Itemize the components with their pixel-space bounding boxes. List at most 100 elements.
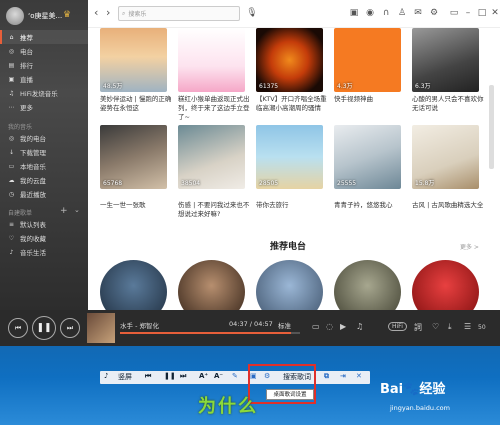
radio-tile[interactable] [256,260,323,310]
playlist-caption[interactable]: 带你去旅行 [256,201,328,210]
gear-icon[interactable]: ⚙ [428,7,440,19]
playlist-caption[interactable]: 古风 | 古风歌曲精选大全 [412,201,484,210]
mail-icon[interactable]: ✉ [412,7,424,19]
playlist-tile[interactable] [178,28,245,92]
playlist-caption[interactable]: 糕红小猴单曲返现正式出列，终于来了这边手立登了~ [178,95,250,122]
radio-tile[interactable] [100,260,167,310]
more-link[interactable]: 更多 > [460,242,479,251]
more-icon: ⋯ [8,103,15,111]
heart-icon[interactable]: ♡ [432,322,439,331]
minimize-icon[interactable]: – [462,7,474,19]
username[interactable]: ‘o庚星美... [28,11,62,21]
sidebar-item-more[interactable]: ⋯ 更多 [0,100,88,114]
hifi-badge[interactable]: HiFi [388,322,407,331]
hifi-icon: ♫ [8,89,15,97]
window-icon[interactable]: ⧉ [324,372,329,381]
screen-icon[interactable]: ▣ [348,7,360,19]
next-icon[interactable]: ⏭ [60,318,80,338]
lyric-icon[interactable]: 詞 [414,322,422,333]
playlist-tile[interactable]: 38504 [178,125,245,189]
headphone-icon[interactable]: ∩ [380,7,392,19]
search-input[interactable]: ⌕ 搜索乐 [118,6,240,21]
add-playlist-icon[interactable]: + [60,206,68,216]
sidebar-item-my-radio[interactable]: ◎ 我的电台 [0,131,88,145]
playlist-caption[interactable]: 【KTV】开口齐唱全场重临高潮小高潮周的骚情 [256,95,328,113]
playlist-tile[interactable]: 15.8万 [412,125,479,189]
playlist-count: 50 [478,324,486,331]
cloud-icon: ☁ [8,176,15,184]
playlist-tile[interactable]: 6.3万 [412,28,479,92]
sidebar-item-hifi[interactable]: ♫ HiFi发烧音乐 [0,86,88,100]
scrollbar[interactable] [489,85,494,169]
play-time: 04:37 / 04:57 [229,320,273,328]
font-increase-button[interactable]: A⁺ [199,372,208,380]
pause-icon[interactable]: ❚❚ [32,316,56,340]
tooltip: 桌面歌词设置 [266,389,314,400]
playlist-tile[interactable]: 4.3万 [334,28,401,92]
clock-icon: ◷ [8,190,15,198]
playlist-caption[interactable]: 美妙伴运动 | 慢跑的正确姿势在永恒这 [100,95,172,113]
prev-icon[interactable]: ⏮ [145,372,151,381]
radio-icon: ◎ [8,134,15,142]
sidebar-item-downloads[interactable]: ↓ 下载管理 [0,145,88,159]
sidebar-item-rank[interactable]: ▤ 排行 [0,58,88,72]
playlist-tile[interactable]: 48.5万 [100,28,167,92]
sidebar-item-default-list[interactable]: ≡ 默认列表 [0,217,88,231]
close-icon[interactable]: ✕ [489,7,500,19]
download-icon[interactable]: ⤓ [448,322,452,332]
radio-tile[interactable] [412,260,479,310]
font-decrease-button[interactable]: A⁻ [214,372,223,380]
sidebar-item-cloud[interactable]: ☁ 我的云盘 [0,173,88,187]
mv-icon[interactable]: ▶ [340,322,346,331]
dock-icon[interactable]: ⇥ [340,372,346,380]
sidebar-item-radio[interactable]: ◎ 电台 [0,44,88,58]
sidebar-item-recent[interactable]: ◷ 最近播放 [0,187,88,201]
playlist-caption[interactable]: 一生一世一张歌 [100,201,172,210]
playlist-tile[interactable]: 65768 [100,125,167,189]
playlist-caption[interactable]: 心酸的男人只会不喜欢你无话可说 [412,95,484,113]
playlist-tile[interactable]: 25555 [334,125,401,189]
comment-icon[interactable]: ◌ [326,322,333,331]
prev-icon[interactable]: ⏮ [8,318,28,338]
section-title: 推荐电台 [270,242,307,252]
color-pen-icon[interactable]: ✎ [232,372,238,380]
sidebar-item-local[interactable]: ▭ 本地音乐 [0,159,88,173]
close-icon[interactable]: ✕ [356,372,362,380]
screen-icon[interactable]: ▭ [312,322,320,331]
radio-tile[interactable] [334,260,401,310]
back-icon[interactable]: ‹ [94,6,98,19]
mini-mode-icon[interactable]: ▭ [448,7,460,19]
next-icon[interactable]: ⏭ [180,372,186,381]
playlist-tile[interactable]: 61375 [256,28,323,92]
forward-icon[interactable]: › [106,6,110,19]
song-title[interactable]: 水手 - 郑智化 [120,320,159,330]
sidebar: ‘o庚星美... ♛ ⌂ 推荐 ◎ 电台 ▤ 排行 ▣ 直播 ♫ HiFi发烧音乐 ⋯ 更多… [0,0,88,310]
vip-crown-icon: ♛ [63,10,72,20]
quality-select[interactable]: 标准 [278,320,291,330]
playlist-icon[interactable]: ☰ [464,322,471,331]
album-art[interactable] [87,313,115,343]
pause-icon[interactable]: ❚❚ [164,372,176,380]
sidebar-item-recommend[interactable]: ⌂ 推荐 [0,30,88,44]
live-icon: ▣ [8,75,15,83]
vertical-screen-button[interactable]: 竖屏 [118,372,132,382]
home-icon: ⌂ [9,33,14,41]
radio-tile[interactable] [178,260,245,310]
sidebar-item-favorites[interactable]: ♡ 我的收藏 [0,231,88,245]
sidebar-item-live[interactable]: ▣ 直播 [0,72,88,86]
collapse-icon[interactable]: ⌄ [74,206,80,214]
shirt-icon[interactable]: ♙ [396,7,408,19]
maximize-icon[interactable]: □ [476,7,488,19]
playlist-caption[interactable]: 青青子衿，悠悠我心 [334,201,406,210]
playlist-caption[interactable]: 快手视频神曲 [334,95,406,104]
playlist-tile[interactable]: 28505 [256,125,323,189]
avatar[interactable] [6,7,24,25]
sidebar-item-music-life[interactable]: ♪ 音乐生活 [0,245,88,259]
music-icon: ♪ [9,248,14,256]
desktop-lyric: 为什么 [198,396,258,417]
mode-icon[interactable]: ♫ [356,322,363,331]
rank-icon: ▤ [8,61,15,69]
playlist-caption[interactable]: 伤感 | 不要问我过来也不想说过来好嘛? [178,201,250,219]
game-icon[interactable]: ◉ [364,7,376,19]
mic-icon[interactable]: 🎙 [246,7,258,19]
